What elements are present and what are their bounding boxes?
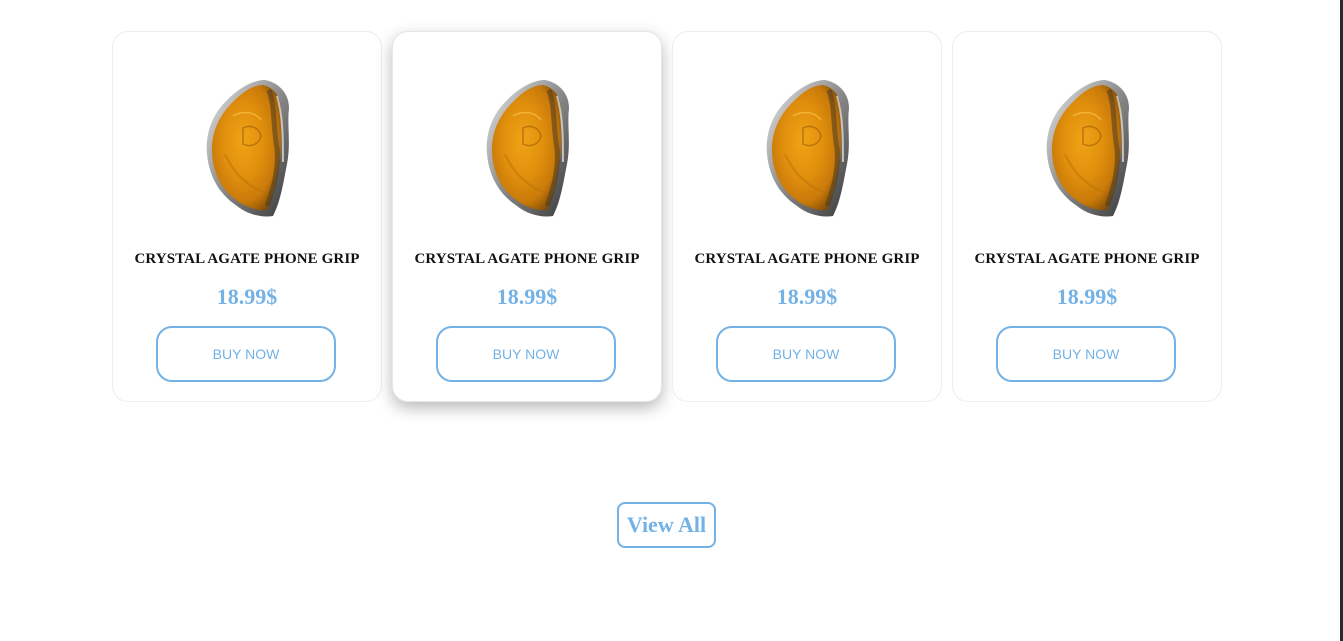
product-card-list: CRYSTAL AGATE PHONE GRIP 18.99$ BUY NOW … [112,31,1222,402]
product-title: CRYSTAL AGATE PHONE GRIP [974,251,1200,267]
product-title: CRYSTAL AGATE PHONE GRIP [134,251,360,267]
product-title: CRYSTAL AGATE PHONE GRIP [414,251,640,267]
agate-stone-image[interactable] [1043,76,1133,222]
buy-now-button[interactable]: BUY NOW [996,326,1176,382]
product-card[interactable]: CRYSTAL AGATE PHONE GRIP 18.99$ BUY NOW [952,31,1222,402]
buy-now-button[interactable]: BUY NOW [436,326,616,382]
product-card[interactable]: CRYSTAL AGATE PHONE GRIP 18.99$ BUY NOW [112,31,382,402]
agate-stone-image[interactable] [763,76,853,222]
buy-now-button[interactable]: BUY NOW [156,326,336,382]
agate-stone-image[interactable] [483,76,573,222]
product-price: 18.99$ [1056,284,1118,309]
product-title: CRYSTAL AGATE PHONE GRIP [694,251,920,267]
buy-now-button[interactable]: BUY NOW [716,326,896,382]
product-card[interactable]: CRYSTAL AGATE PHONE GRIP 18.99$ BUY NOW [672,31,942,402]
product-card[interactable]: CRYSTAL AGATE PHONE GRIP 18.99$ BUY NOW [392,31,662,402]
product-price: 18.99$ [496,284,558,309]
product-price: 18.99$ [776,284,838,309]
agate-stone-image[interactable] [203,76,293,222]
product-price: 18.99$ [216,284,278,309]
view-all-button[interactable]: View All [617,502,716,548]
